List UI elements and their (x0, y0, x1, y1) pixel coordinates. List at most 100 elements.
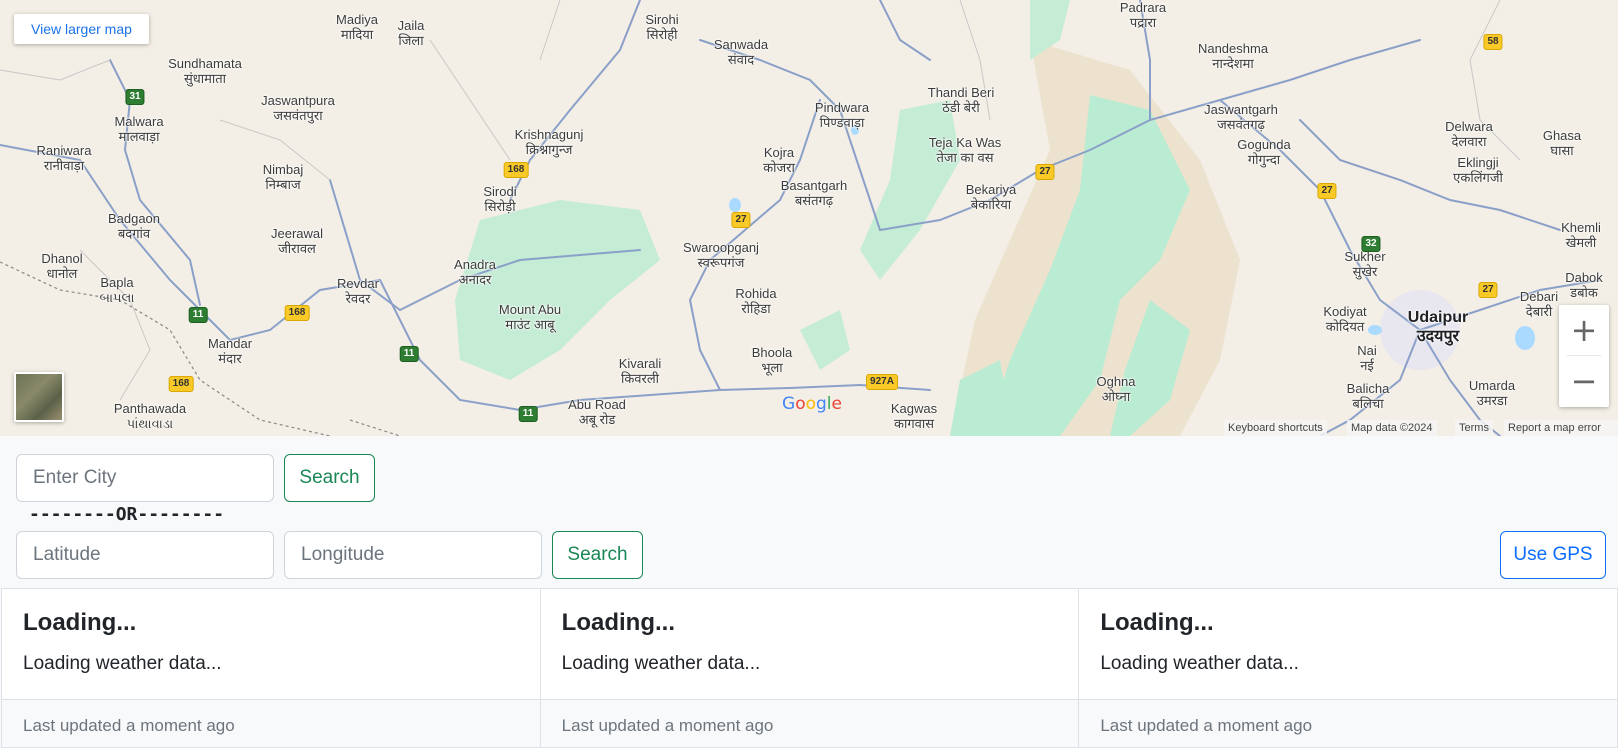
map-place-label[interactable]: Umarda उमरडा (1469, 378, 1515, 408)
highway-shield: 168 (284, 305, 310, 321)
map-place-label[interactable]: Sirodi सिरोड़ी (483, 184, 516, 214)
place-local-name: क्रिश्नागुन्ज (525, 142, 573, 157)
map-place-label[interactable]: Nimbaj निम्बाज (263, 162, 303, 192)
place-name: Eklingji (1457, 155, 1499, 170)
map-place-label[interactable]: Udaipur उदयपुर (1408, 308, 1468, 346)
map-place-label[interactable]: Jaswantgarh जसवंतगढ़ (1204, 102, 1278, 132)
map-place-label[interactable]: Bekariya बेकारिया (966, 182, 1017, 212)
map-place-label[interactable]: Nandeshma नान्देशमा (1198, 41, 1268, 71)
place-local-name: पद्रारा (1129, 15, 1157, 30)
map-place-label[interactable]: Khemli खेमली (1561, 220, 1601, 250)
place-name: Padrara (1119, 0, 1167, 15)
map-place-label[interactable]: Panthawada પાંથાવાડા (114, 401, 186, 431)
place-local-name: स्वरूपगंज (697, 255, 745, 270)
keyboard-shortcuts-link[interactable]: Keyboard shortcuts (1224, 420, 1327, 436)
map-place-label[interactable]: Teja Ka Was तेजा का वस (929, 135, 1002, 165)
highway-shield: 31 (125, 89, 145, 105)
map-embed[interactable]: Madiya मादिया Jaila जिला Sirohi सिरोही Sanwada… (0, 0, 1618, 436)
last-updated-text: Last updated a moment ago (561, 716, 774, 735)
map-place-label[interactable]: Gogunda गोगुन्दा (1237, 137, 1291, 167)
map-place-label[interactable]: Badgaon बदगांव (108, 211, 160, 241)
map-place-label[interactable]: Madiya मादिया (336, 12, 378, 42)
map-place-label[interactable]: Sanwada संवाद (714, 37, 768, 67)
map-place-label[interactable]: Kagwas कागवास (891, 401, 937, 431)
card-title: Loading... (561, 609, 675, 636)
map-place-label[interactable]: Anadra अनादर (454, 257, 496, 287)
place-name: Khemli (1561, 220, 1601, 235)
map-place-label[interactable]: Ghasa घासा (1543, 128, 1581, 158)
map-place-label[interactable]: Malwara मालवाड़ा (114, 114, 163, 144)
place-local-name: अनादर (458, 272, 492, 287)
highway-shield: 27 (1035, 164, 1055, 180)
map-place-label[interactable]: Basantgarh बसंतगढ़ (781, 178, 848, 208)
report-map-error-link[interactable]: Report a map error (1504, 420, 1618, 436)
map-place-label[interactable]: Rohida रोहिडा (735, 286, 776, 316)
highway-shield: 11 (188, 307, 208, 323)
map-data-attribution: Map data ©2024 (1347, 420, 1437, 436)
map-place-label[interactable]: Mount Abu माउंट आबू (499, 302, 561, 332)
map-place-label[interactable]: Mandar मंदार (208, 336, 252, 366)
place-local-name: किवरली (620, 371, 660, 386)
map-place-label[interactable]: Thandi Beri ठंडी बेरी (928, 85, 994, 115)
terms-link[interactable]: Terms (1455, 420, 1493, 436)
map-place-label[interactable]: Sundhamata सुंधामाता (168, 56, 242, 86)
map-place-label[interactable]: Krishnagunj क्रिश्नागुन्ज (515, 127, 584, 157)
city-search-button[interactable]: Search (284, 454, 375, 502)
place-name: Nai (1357, 343, 1377, 358)
weather-cards: Loading... Loading weather data... Last … (1, 588, 1618, 748)
place-name: Kivarali (618, 356, 662, 371)
place-local-name: ठंडी बेरी (942, 100, 980, 115)
map-place-label[interactable]: Sirohi सिरोही (645, 12, 678, 42)
map-place-label[interactable]: Jaswantpura जसवंतपुरा (261, 93, 335, 123)
map-place-label[interactable]: Padrara पद्रारा (1120, 0, 1166, 30)
place-local-name: बसंतगढ़ (794, 193, 834, 208)
place-local-name: पिण्डवाड़ा (819, 115, 865, 130)
latitude-input[interactable] (16, 531, 274, 579)
map-place-label[interactable]: Dabok डबोक (1565, 270, 1603, 300)
map-place-label[interactable]: Kivarali किवरली (619, 356, 662, 386)
map-place-label[interactable]: Bapla બાપલા (99, 275, 134, 305)
map-place-label[interactable]: Abu Road अबू रोड (568, 397, 626, 427)
highway-shield: 27 (1478, 282, 1498, 298)
map-place-label[interactable]: Dhanol धानोल (41, 251, 82, 281)
map-place-label[interactable]: Kodiyat कोदियत (1323, 304, 1366, 334)
map-place-label[interactable]: Oghna ओघ्ना (1096, 374, 1135, 404)
place-name: Gogunda (1237, 137, 1291, 152)
map-place-label[interactable]: Pindwara पिण्डवाड़ा (815, 100, 869, 130)
view-larger-map-link[interactable]: View larger map (14, 14, 149, 44)
map-place-label[interactable]: Debari देबारी (1520, 289, 1558, 319)
place-name: Sirohi (645, 12, 679, 27)
zoom-in-button[interactable]: + (1559, 305, 1609, 355)
use-gps-button[interactable]: Use GPS (1500, 531, 1606, 579)
longitude-input[interactable] (284, 531, 542, 579)
place-name: Kodiyat (1323, 304, 1367, 319)
city-input[interactable] (16, 454, 274, 502)
place-name: Dhanol (41, 251, 83, 266)
coordinates-search-button[interactable]: Search (552, 531, 643, 579)
place-name: Jaswantgarh (1204, 102, 1278, 117)
highway-shield: 27 (1317, 183, 1337, 199)
satellite-toggle-button[interactable] (14, 372, 64, 422)
map-place-label[interactable]: Kojra कोजरा (763, 145, 795, 175)
map-place-label[interactable]: Balicha बलिचा (1347, 381, 1390, 411)
place-local-name: कोजरा (763, 160, 795, 175)
map-place-label[interactable]: Eklingji एकलिंगजी (1453, 155, 1503, 185)
zoom-out-button[interactable]: − (1559, 356, 1609, 406)
map-place-label[interactable]: Nai नई (1357, 343, 1377, 373)
place-name: Mandar (207, 336, 253, 351)
map-place-label[interactable]: Jeerawal जीरावल (271, 226, 323, 256)
map-place-label[interactable]: Sukher सुखेर (1344, 249, 1385, 279)
map-place-label[interactable]: Jaila जिला (398, 18, 425, 48)
place-local-name: भूला (761, 360, 783, 375)
google-logo-letter: g (816, 394, 827, 414)
map-place-label[interactable]: Revdar रेवदर (337, 276, 379, 306)
place-name: Jeerawal (270, 226, 324, 241)
map-place-label[interactable]: Bhoola भूला (752, 345, 792, 375)
map-place-label[interactable]: Raniwara रानीवाड़ा (37, 143, 92, 173)
map-place-label[interactable]: Delwara देलवारा (1445, 119, 1493, 149)
place-name: Malwara (114, 114, 164, 129)
map-place-label[interactable]: Swaroopganj स्वरूपगंज (683, 240, 759, 270)
last-updated-text: Last updated a moment ago (1100, 716, 1313, 735)
place-local-name: બાપલા (99, 290, 135, 305)
place-name: Ghasa (1542, 128, 1582, 143)
